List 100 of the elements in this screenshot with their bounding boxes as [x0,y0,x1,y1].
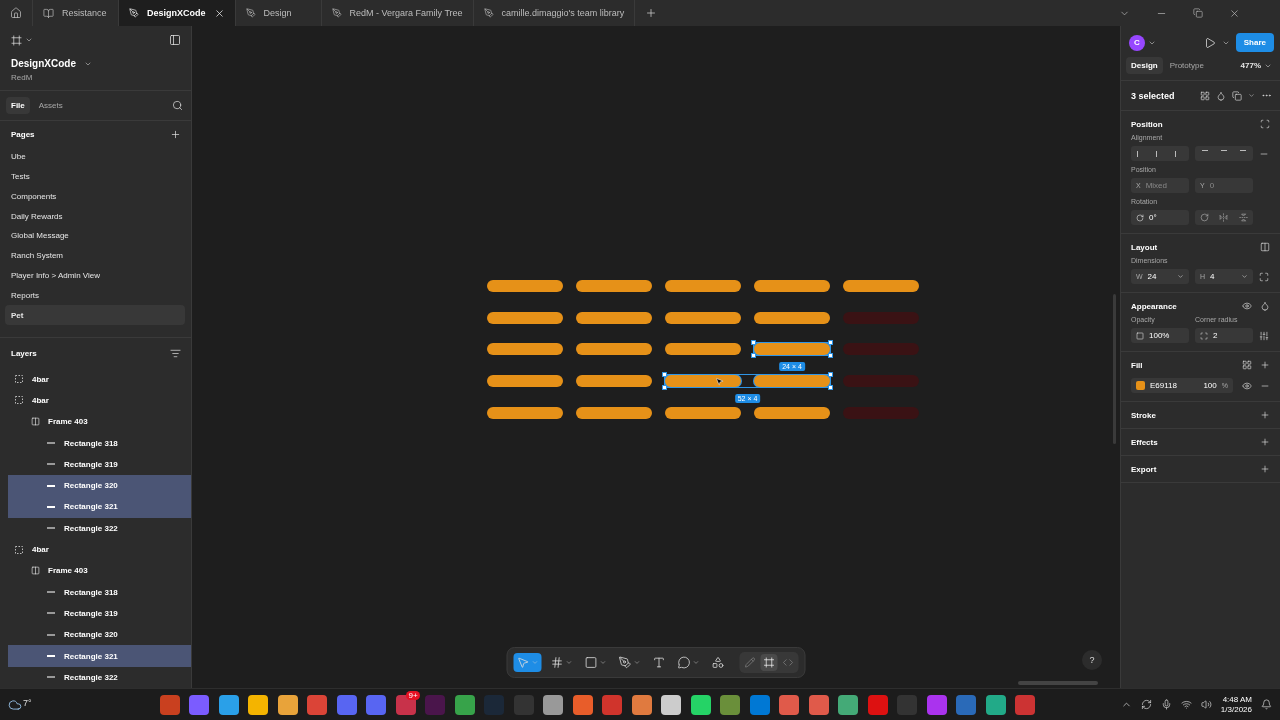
plus-icon[interactable] [645,7,658,19]
panel-tab[interactable]: Assets [33,97,68,114]
app-icon[interactable] [631,694,652,715]
play-icon[interactable] [1203,36,1216,49]
avatar[interactable]: C [1129,34,1145,51]
page-item[interactable]: Ube [5,146,185,167]
resize-handle[interactable] [662,385,667,391]
layer-item[interactable]: Frame 403 [8,411,191,433]
home-icon[interactable] [10,7,22,19]
rotation-field[interactable]: 0° [1131,210,1189,225]
page-item[interactable]: Components [5,186,185,207]
app-icon[interactable] [985,694,1006,715]
page-item[interactable]: Reports [5,285,185,306]
list-icon[interactable] [170,347,181,359]
resize-handle[interactable] [751,353,756,359]
layer-item[interactable]: 4bar [8,389,191,412]
layer-item[interactable]: Rectangle 319 [8,453,191,476]
layer-item[interactable]: Rectangle 320 [8,475,191,497]
app-icon[interactable] [661,694,682,715]
app-icon[interactable] [277,694,298,715]
plus-icon[interactable] [1260,360,1270,370]
app-icon[interactable] [454,694,475,715]
layer-item[interactable]: Rectangle 319 [8,602,191,625]
close-icon[interactable] [213,7,225,19]
page-item[interactable]: Tests [5,166,185,187]
close-icon[interactable] [1229,7,1240,19]
drop-icon[interactable] [1216,90,1226,101]
bell-icon[interactable] [1261,699,1272,710]
position-input[interactable]: Mixed [1145,181,1176,190]
plus-icon[interactable] [170,128,181,140]
layout-icon[interactable] [1260,242,1270,252]
app-icon[interactable] [218,694,239,715]
plus-icon[interactable] [1260,464,1270,474]
panel-tab[interactable]: File [6,97,30,114]
scan-icon[interactable] [1260,119,1270,129]
layer-item[interactable]: Rectangle 318 [8,581,191,603]
grid-icon[interactable] [1242,360,1252,370]
share-button[interactable]: Share [1235,33,1274,52]
layer-item[interactable]: Rectangle 318 [8,432,191,454]
resize-handle[interactable] [828,340,833,346]
file-name[interactable]: DesignXCode [11,58,76,69]
app-icon[interactable] [543,694,564,715]
inspector-tab[interactable]: Design [1126,57,1163,74]
scrollbar[interactable] [1018,681,1098,685]
app-icon[interactable] [690,694,711,715]
sync-icon[interactable] [1140,699,1152,710]
wifi-icon[interactable] [1180,699,1192,710]
layer-item[interactable]: Rectangle 320 [8,624,191,646]
copy-icon[interactable] [1232,90,1242,101]
page-item[interactable]: Ranch System [5,245,185,266]
eye-icon[interactable] [1242,380,1252,391]
app-icon[interactable] [720,694,741,715]
layer-item[interactable]: 4bar [8,368,191,390]
chevron-down-icon [1248,92,1255,99]
color-swatch[interactable] [1136,381,1145,390]
transform-buttons[interactable] [1195,210,1253,225]
position-input[interactable]: 0 [1209,181,1240,190]
tool-button[interactable] [513,653,542,672]
app-icon[interactable] [572,694,593,715]
microphone-icon[interactable] [1160,699,1172,710]
help-button[interactable]: ? [1082,650,1102,670]
app-icon[interactable] [248,694,269,715]
page-item[interactable]: Daily Rewards [5,206,185,227]
sliders-icon[interactable] [1259,330,1269,341]
layer-item[interactable]: Rectangle 322 [8,666,191,688]
layer-item[interactable]: Rectangle 321 [8,496,191,518]
radius-field[interactable]: 2 [1195,328,1253,343]
layer-item[interactable]: 4bar [8,538,191,561]
app-icon[interactable] [838,694,859,715]
document-tab[interactable]: DesignXCode [119,0,236,26]
page-item[interactable]: Global Message [5,226,185,246]
speaker-icon[interactable] [1200,699,1212,710]
layer-item[interactable]: Rectangle 322 [8,517,191,539]
mode-button[interactable] [760,654,778,671]
clock[interactable]: 4:48 AM 1/3/2026 [1220,694,1252,715]
page-item[interactable]: Player Info > Admin View [5,265,185,286]
resize-handle[interactable] [751,340,756,346]
resize-handle[interactable] [828,353,833,359]
inspector-tab[interactable]: Prototype [1164,57,1209,74]
plus-icon[interactable] [1260,410,1270,420]
align-vertical-buttons[interactable] [1195,146,1253,161]
sidebar-icon[interactable] [169,34,181,46]
page-item[interactable]: Pet [5,305,185,326]
layer-item[interactable]: Frame 403 [8,560,191,582]
plus-icon[interactable] [1260,437,1270,447]
zoom-level[interactable]: 477% [1240,61,1261,70]
resize-handle[interactable] [828,372,833,378]
grid-icon[interactable] [1200,90,1210,101]
align-horizontal-buttons[interactable] [1131,146,1189,161]
restore-icon[interactable] [1193,8,1203,18]
resize-icon[interactable] [1259,271,1269,282]
resize-handle[interactable] [662,372,667,378]
app-icon[interactable] [808,694,829,715]
layer-item[interactable]: Rectangle 321 [8,645,191,667]
resize-handle[interactable] [828,385,833,391]
opacity-field[interactable]: 100% [1131,328,1189,343]
eye-icon[interactable] [1242,301,1252,311]
app-icon[interactable] [779,694,800,715]
drop-icon[interactable] [1260,301,1270,311]
search-icon[interactable] [172,100,183,111]
